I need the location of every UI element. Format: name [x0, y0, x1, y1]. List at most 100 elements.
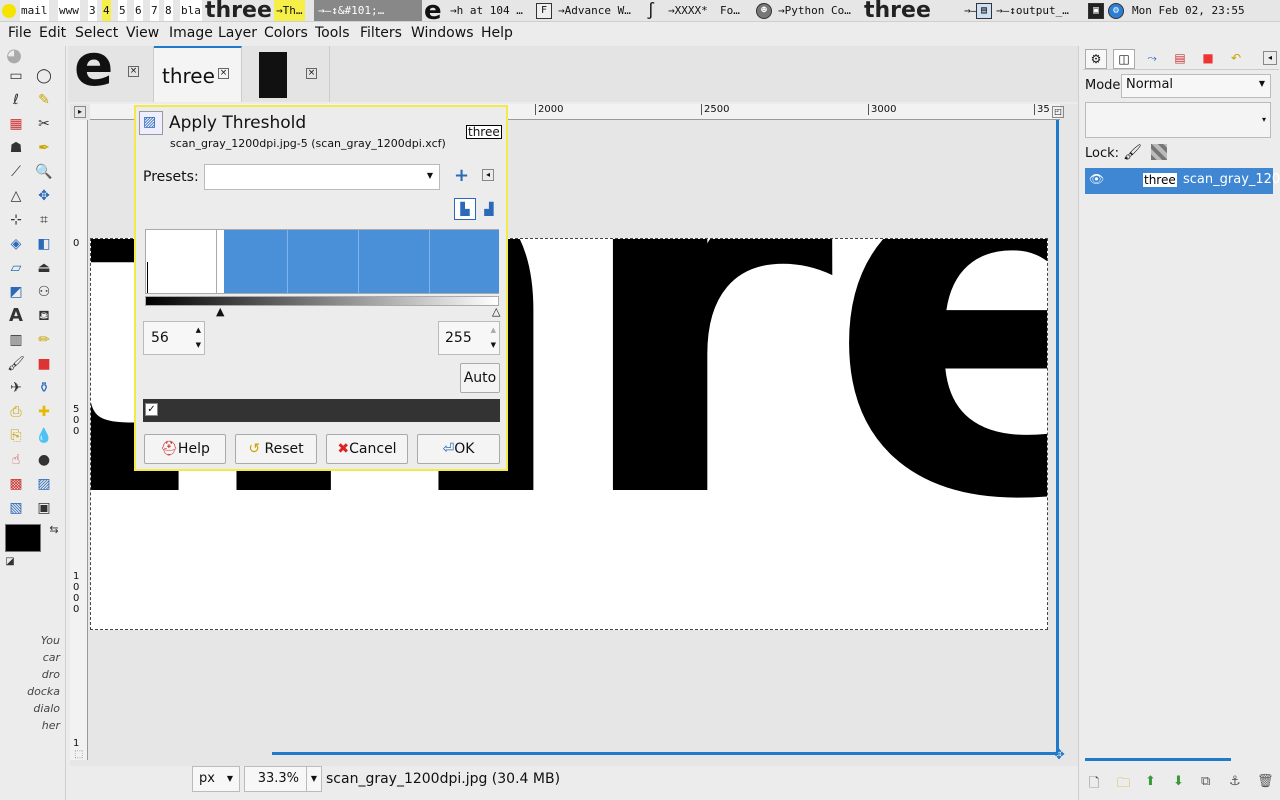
task-item[interactable]: →h at 104 …	[450, 0, 523, 21]
low-threshold-spinbox[interactable]: 56 ▲ ▼	[143, 321, 205, 355]
workspace-8[interactable]: 8	[164, 0, 173, 21]
measure-icon[interactable]: △	[6, 186, 26, 206]
layers-scrollbar[interactable]	[1085, 758, 1231, 761]
workspace-bla[interactable]: bla	[180, 0, 202, 21]
task-item[interactable]: →Th…	[274, 0, 305, 21]
dock-menu-icon[interactable]: ◂	[1263, 51, 1277, 65]
quick-mask-icon[interactable]: ⬚	[74, 749, 83, 760]
layers-tab-icon[interactable]: ◫	[1113, 49, 1135, 69]
ok-button[interactable]: ⏎OK	[417, 434, 500, 464]
menu-filters[interactable]: Filters	[360, 25, 402, 41]
swap-colors-icon[interactable]: ⇆	[44, 520, 64, 540]
pencil-icon[interactable]: ✏	[34, 330, 54, 350]
navigate-menu-icon[interactable]: ▸	[74, 106, 86, 118]
foreground-select-icon[interactable]: ☗	[6, 138, 26, 158]
new-layer-icon[interactable]: 🗋	[1089, 774, 1099, 796]
unit-select[interactable]: px ▼	[192, 766, 240, 792]
new-layer-group-icon[interactable]: 🗀	[1117, 774, 1130, 796]
crop-icon[interactable]: ⌗	[34, 210, 54, 230]
duplicate-layer-icon[interactable]: ⧉	[1201, 774, 1210, 789]
eraser-icon[interactable]: ■	[34, 354, 54, 374]
workspace-6[interactable]: 6	[134, 0, 143, 21]
perspective-clone-icon[interactable]: ⎘	[6, 426, 26, 446]
eye-icon[interactable]: 👁	[1089, 172, 1104, 186]
undo-history-tab-icon[interactable]: ↶	[1225, 49, 1247, 69]
close-icon[interactable]: ×	[218, 68, 229, 79]
flip-icon[interactable]: ◩	[6, 282, 26, 302]
workspace-7[interactable]: 7	[150, 0, 159, 21]
workspace-5[interactable]: 5	[118, 0, 127, 21]
task-item[interactable]: →–↕output_…	[996, 0, 1069, 21]
cancel-button[interactable]: ✖Cancel	[326, 434, 408, 464]
spin-arrows-icon[interactable]: ▾	[1262, 115, 1266, 124]
workspace-mail[interactable]: mail	[20, 0, 49, 21]
spin-down-icon[interactable]: ▼	[491, 338, 496, 352]
workspace-3[interactable]: 3	[88, 0, 97, 21]
text-icon[interactable]: A	[6, 306, 26, 326]
shear-icon[interactable]: ▱	[6, 258, 26, 278]
anchor-layer-icon[interactable]: ⚓	[1229, 774, 1241, 789]
task-item[interactable]: →XXXX*	[668, 0, 708, 21]
add-preset-icon[interactable]: +	[454, 165, 469, 186]
color-picker-icon[interactable]: ⟋	[6, 162, 26, 182]
spin-up-icon[interactable]: ▲	[491, 323, 496, 337]
layer-row[interactable]: 👁 three scan_gray_120	[1085, 168, 1280, 194]
reset-button[interactable]: ↺ Reset	[235, 434, 317, 464]
image-tab[interactable]: e ×	[68, 36, 154, 102]
image-tab-active[interactable]: three ×	[154, 46, 242, 102]
fuzzy-select-icon[interactable]: ✎	[34, 90, 54, 110]
zoom-icon[interactable]: 🔍	[34, 162, 54, 182]
zoom-follow-icon[interactable]: ◰	[1052, 106, 1064, 118]
task-item[interactable]: e	[424, 0, 442, 21]
preset-menu-icon[interactable]: ◂	[482, 169, 494, 181]
menu-windows[interactable]: Windows	[411, 25, 474, 41]
menu-colors[interactable]: Colors	[264, 25, 308, 41]
perspective-icon[interactable]: ⏏	[34, 258, 54, 278]
preview-checkbox[interactable]: ✓	[145, 403, 158, 416]
ellipse-select-icon[interactable]: ◯	[34, 66, 54, 86]
scale-icon[interactable]: ◧	[34, 234, 54, 254]
ink-icon[interactable]: ⚱	[34, 378, 54, 398]
dodge-burn-icon[interactable]: ●	[34, 450, 54, 470]
color-tool-icon[interactable]: ▩	[6, 474, 26, 494]
task-item[interactable]: Fo…	[720, 0, 740, 21]
menu-help[interactable]: Help	[481, 25, 513, 41]
zoom-select[interactable]: 33.3% ▼	[244, 766, 322, 792]
menu-layer[interactable]: Layer	[218, 25, 257, 41]
spin-up-icon[interactable]: ▲	[196, 323, 201, 337]
log-histogram-icon[interactable]: ▟	[480, 200, 498, 218]
horizontal-scrollbar[interactable]	[272, 752, 1058, 755]
curves-icon[interactable]: ▣	[34, 498, 54, 518]
free-select-icon[interactable]: ℓ	[6, 90, 26, 110]
channels-tab-icon[interactable]: ⤳	[1141, 49, 1163, 69]
close-icon[interactable]: ×	[128, 66, 139, 77]
menu-file[interactable]: File	[8, 25, 31, 41]
move-icon[interactable]: ✥	[34, 186, 54, 206]
histogram-view[interactable]	[145, 229, 499, 294]
presets-combo[interactable]: ▼	[204, 164, 440, 190]
lower-layer-icon[interactable]: ⬇	[1173, 774, 1184, 789]
spin-down-icon[interactable]: ▼	[196, 338, 201, 352]
threshold-tool-icon[interactable]: ▨	[34, 474, 54, 494]
layer-name[interactable]: scan_gray_120	[1183, 172, 1280, 187]
auto-button[interactable]: Auto	[460, 363, 500, 393]
heal-icon[interactable]: ✚	[34, 402, 54, 422]
high-threshold-spinbox[interactable]: 255 ▲ ▼	[438, 321, 500, 355]
task-item[interactable]: →Python Co…	[778, 0, 851, 21]
task-item[interactable]: three	[205, 0, 272, 21]
vertical-scrollbar[interactable]	[1056, 120, 1059, 752]
blur-icon[interactable]: 💧	[34, 426, 54, 446]
menu-edit[interactable]: Edit	[39, 25, 66, 41]
menu-tools[interactable]: Tools	[315, 25, 350, 41]
clone-icon[interactable]: ⎙	[6, 402, 26, 422]
mode-select[interactable]: Normal ▼	[1121, 74, 1271, 98]
paths-icon[interactable]: ✒	[34, 138, 54, 158]
opacity-slider[interactable]: ▾	[1085, 102, 1271, 138]
select-by-color-icon[interactable]: ▦	[6, 114, 26, 134]
help-button[interactable]: ⛑Help	[144, 434, 226, 464]
workspace-www[interactable]: www	[58, 0, 80, 21]
menu-view[interactable]: View	[126, 25, 159, 41]
rotate-icon[interactable]: ◈	[6, 234, 26, 254]
tool-options-tab-icon[interactable]: ⚙	[1085, 49, 1107, 69]
high-handle[interactable]: △	[492, 306, 500, 317]
